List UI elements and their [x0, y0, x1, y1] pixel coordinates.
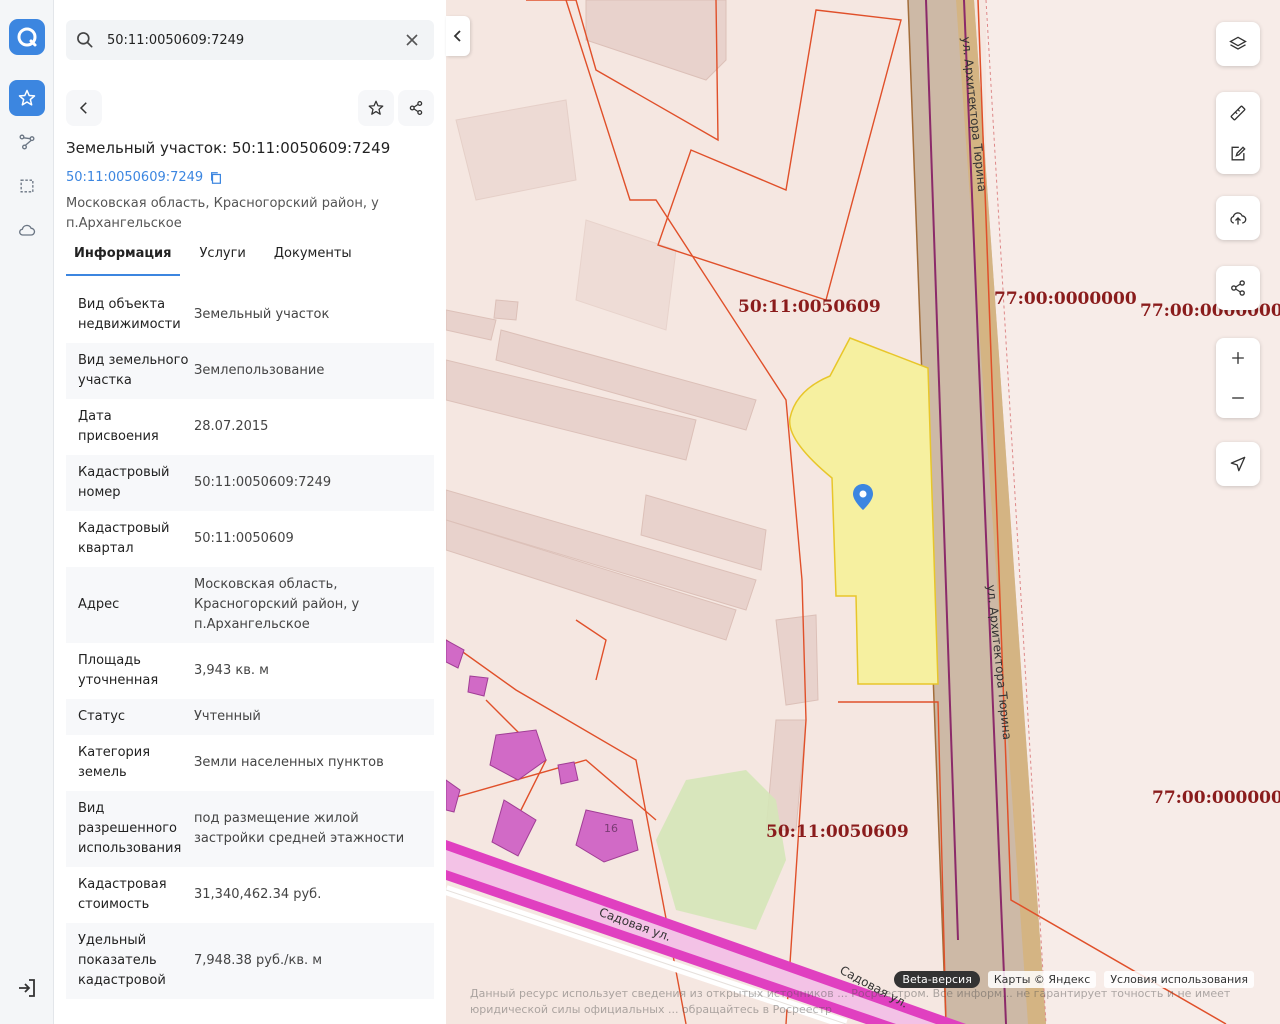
parcel-address: Московская область, Красногорский район,…	[66, 196, 379, 231]
chevron-left-icon	[79, 102, 87, 114]
cad-quarter-label: 77:00:0000000	[1152, 788, 1280, 808]
share-icon	[1231, 280, 1245, 296]
row-value: Учтенный	[194, 709, 261, 724]
edit-icon[interactable]	[1228, 144, 1248, 164]
row-key: Кадастровый квартал	[78, 521, 170, 556]
house-number: 16	[604, 822, 618, 835]
layers-button[interactable]	[1216, 22, 1260, 66]
row-value: 50:11:0050609	[194, 531, 294, 546]
tab-information[interactable]: Информация	[66, 240, 180, 276]
row-value: Московская область, Красногорский район,…	[194, 577, 360, 632]
map-disclaimer: Данный ресурс использует сведения из отк…	[470, 987, 1231, 1016]
clear-search-icon[interactable]	[405, 33, 419, 47]
back-button[interactable]	[66, 90, 102, 126]
tab-documents[interactable]: Документы	[266, 240, 360, 276]
row-key: Адрес	[78, 597, 120, 612]
row-key: Удельный показатель кадастровой	[78, 933, 166, 988]
favorites-nav-button[interactable]	[9, 80, 45, 116]
row-key: Вид земельного участка	[78, 353, 189, 388]
routes-nav-button[interactable]	[9, 124, 45, 160]
tab-services[interactable]: Услуги	[192, 240, 254, 276]
page-title: Земельный участок: 50:11:0050609:7249	[66, 139, 391, 157]
location-pin-icon[interactable]	[852, 483, 874, 511]
share-button[interactable]	[398, 90, 434, 126]
geolocate-button[interactable]	[1216, 442, 1260, 486]
navigation-arrow-icon	[1230, 456, 1246, 472]
select-area-nav-button[interactable]	[9, 168, 45, 204]
route-icon	[19, 134, 35, 150]
row-value: 31,340,462.34 руб.	[194, 887, 322, 902]
row-key: Кадастровая стоимость	[78, 877, 167, 912]
row-key: Вид объекта недвижимости	[78, 297, 181, 332]
search-input[interactable]	[107, 32, 397, 48]
map-view[interactable]: 50:11:0050609 77:00:0000000 77:00:000000…	[446, 0, 1280, 1024]
row-key: Категория земель	[78, 745, 151, 780]
row-key: Площадь уточненная	[78, 653, 159, 688]
green-area	[656, 770, 786, 930]
table-row: Статус Учтенный	[66, 699, 434, 735]
search-bar	[66, 20, 434, 60]
cad-number-link[interactable]: 50:11:0050609:7249	[66, 170, 223, 185]
table-row: Удельный показатель кадастровой 7,948.38 …	[66, 923, 434, 999]
row-key: Кадастровый номер	[78, 465, 170, 500]
table-row: Площадь уточненная 3,943 кв. м	[66, 643, 434, 699]
table-row: Вид земельного участка Землепользование	[66, 343, 434, 399]
row-value: Землепользование	[194, 363, 325, 378]
star-icon	[18, 89, 36, 106]
cloud-nav-button[interactable]	[9, 212, 45, 248]
table-row: Кадастровая стоимость 31,340,462.34 руб.	[66, 867, 434, 923]
cloud-icon	[19, 224, 36, 236]
row-key: Статус	[78, 709, 126, 724]
row-key: Дата присвоения	[78, 409, 159, 444]
chevron-left-icon	[453, 30, 461, 42]
cad-quarter-label: 77:00:0000000	[994, 289, 1137, 309]
dashed-square-icon	[20, 179, 34, 193]
table-row: Кадастровый номер 50:11:0050609:7249	[66, 455, 434, 511]
logout-button[interactable]	[15, 976, 39, 1000]
row-value: 50:11:0050609:7249	[194, 475, 332, 490]
row-value: 7,948.38 руб./кв. м	[194, 953, 323, 968]
info-table: Вид объекта недвижимости Земельный участо…	[66, 287, 434, 1002]
logout-icon	[19, 979, 35, 997]
row-value: Земли населенных пунктов	[194, 755, 384, 770]
buildings	[446, 0, 819, 831]
cad-number-text[interactable]: 50:11:0050609:7249	[66, 170, 203, 185]
table-row: Кадастровый квартал 50:11:0050609	[66, 511, 434, 567]
table-row: Категория земель Земли населенных пунктов	[66, 735, 434, 791]
table-row: Вид разрешенного использования под размещ…	[66, 791, 434, 867]
map-share-button[interactable]	[1216, 266, 1260, 310]
info-panel: Земельный участок: 50:11:0050609:7249 50…	[54, 0, 446, 1024]
zoom-in-icon[interactable]	[1228, 348, 1248, 368]
table-row: Дата присвоения 28.07.2015	[66, 399, 434, 455]
cad-quarter-label: 50:11:0050609	[766, 822, 909, 842]
row-value: 28.07.2015	[194, 419, 269, 434]
table-row: Адрес Московская область, Красногорский р…	[66, 567, 434, 643]
ruler-icon[interactable]	[1228, 103, 1248, 123]
cloud-upload-icon	[1230, 212, 1247, 225]
star-outline-icon	[368, 100, 384, 115]
search-icon	[77, 32, 93, 48]
favorite-button[interactable]	[358, 90, 394, 126]
copy-icon[interactable]	[209, 171, 223, 185]
upload-button[interactable]	[1216, 196, 1260, 240]
zoom-out-icon[interactable]	[1228, 388, 1248, 408]
cad-quarter-label: 50:11:0050609	[738, 297, 881, 317]
row-value: под размещение жилой застройки средней э…	[194, 811, 405, 846]
measure-tools	[1216, 92, 1260, 174]
row-value: Земельный участок	[194, 307, 330, 322]
collapse-panel-button[interactable]	[446, 16, 470, 56]
map-canvas	[446, 0, 1280, 1024]
app-logo-icon[interactable]	[9, 19, 45, 55]
share-icon	[409, 100, 423, 116]
layers-icon	[1229, 36, 1247, 50]
zoom-controls	[1216, 338, 1260, 418]
row-key: Вид разрешенного использования	[78, 801, 182, 856]
row-value: 3,943 кв. м	[194, 663, 269, 678]
tabs: Информация Услуги Документы	[66, 240, 372, 276]
table-row: Вид объекта недвижимости Земельный участо…	[66, 287, 434, 343]
left-rail	[0, 0, 54, 1024]
